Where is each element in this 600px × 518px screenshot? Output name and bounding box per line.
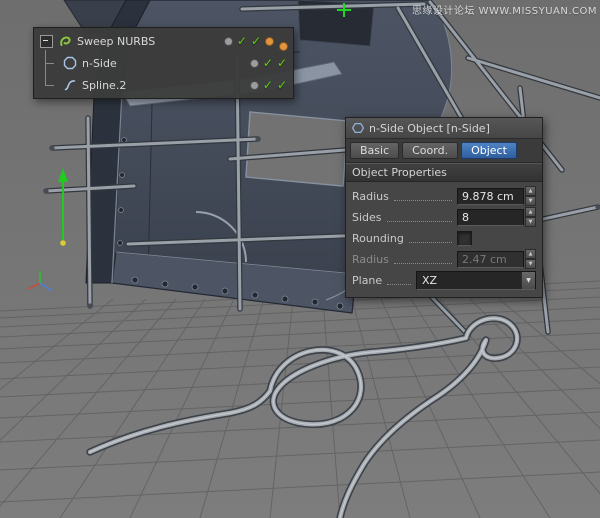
- radius-stepper[interactable]: [525, 186, 536, 206]
- attributes-title-bar[interactable]: n-Side Object [n-Side]: [346, 118, 542, 139]
- object-item-nside[interactable]: n-Side: [34, 52, 293, 74]
- object-flags: [250, 79, 287, 91]
- sides-stepper[interactable]: [525, 207, 536, 227]
- enabled-check-icon-2[interactable]: [277, 79, 287, 91]
- field-label: Plane: [352, 274, 382, 287]
- radius-input[interactable]: 9.878 cm: [457, 188, 524, 205]
- dotted-leader: [387, 213, 452, 222]
- attributes-title: n-Side Object [n-Side]: [369, 122, 490, 135]
- dotted-leader: [409, 234, 452, 243]
- visibility-dot[interactable]: [250, 59, 259, 68]
- object-flags: [224, 35, 287, 47]
- field-row-rounding-radius: Radius 2.47 cm: [352, 250, 536, 268]
- tab-basic[interactable]: Basic: [350, 142, 399, 159]
- section-object-properties: Object Properties: [346, 163, 542, 182]
- plane-dropdown[interactable]: XZ: [416, 271, 536, 290]
- object-label: n-Side: [82, 57, 117, 70]
- attributes-tabs: Basic Coord. Object: [346, 139, 542, 163]
- spline-icon: [63, 78, 77, 92]
- enabled-check-icon[interactable]: [263, 79, 273, 91]
- watermark: 思缘设计论坛 WWW.MISSYUAN.COM: [412, 2, 597, 17]
- nside-object-icon: [352, 122, 364, 134]
- visibility-dot[interactable]: [224, 37, 233, 46]
- field-label: Sides: [352, 211, 382, 224]
- dotted-leader: [394, 255, 452, 264]
- tab-coord[interactable]: Coord.: [402, 142, 458, 159]
- visibility-dot[interactable]: [250, 81, 259, 90]
- rounding-radius-stepper: [525, 249, 536, 269]
- spin-down-icon: [525, 217, 536, 227]
- spin-up-icon: [525, 186, 536, 196]
- spin-up-icon: [525, 207, 536, 217]
- sweep-nurbs-icon: [58, 34, 72, 48]
- field-row-radius: Radius 9.878 cm: [352, 187, 536, 205]
- spin-up-icon: [525, 249, 536, 259]
- rounding-checkbox[interactable]: [457, 231, 472, 246]
- enabled-check-icon-2[interactable]: [277, 57, 287, 69]
- field-row-sides: Sides 8: [352, 208, 536, 226]
- tree-tick: [45, 63, 54, 64]
- layer-dot-2[interactable]: [279, 42, 288, 51]
- enabled-check-icon[interactable]: [263, 57, 273, 69]
- field-row-rounding: Rounding: [352, 229, 536, 247]
- enabled-check-icon[interactable]: [237, 35, 247, 47]
- field-label: Radius: [352, 253, 389, 266]
- field-label: Rounding: [352, 232, 404, 245]
- object-label: Spline.2: [82, 79, 126, 92]
- spin-down-icon: [525, 196, 536, 206]
- object-label: Sweep NURBS: [77, 35, 155, 48]
- spin-down-icon: [525, 259, 536, 269]
- field-label: Radius: [352, 190, 389, 203]
- tab-object[interactable]: Object: [461, 142, 517, 159]
- tree-tick: [45, 85, 54, 86]
- object-manager-panel: Sweep NURBS n-Side: [33, 27, 294, 99]
- attributes-rows: Radius 9.878 cm Sides 8 Rounding: [346, 182, 542, 297]
- chevron-down-icon[interactable]: [521, 272, 535, 289]
- c4d-window: 思缘设计论坛 WWW.MISSYUAN.COM Sweep NURBS n-Si: [0, 0, 600, 518]
- dotted-leader: [394, 192, 452, 201]
- field-row-plane: Plane XZ: [352, 271, 536, 289]
- object-item-sweep-nurbs[interactable]: Sweep NURBS: [34, 30, 293, 52]
- plane-value: XZ: [422, 274, 521, 287]
- rounding-radius-input: 2.47 cm: [457, 251, 524, 268]
- attributes-panel: n-Side Object [n-Side] Basic Coord. Obje…: [345, 117, 543, 298]
- nside-icon: [63, 56, 77, 70]
- sides-input[interactable]: 8: [457, 209, 524, 226]
- dotted-leader: [387, 276, 411, 285]
- object-flags: [250, 57, 287, 69]
- generator-check-icon[interactable]: [251, 35, 261, 47]
- object-item-spline2[interactable]: Spline.2: [34, 74, 293, 96]
- layer-dot[interactable]: [265, 37, 274, 46]
- collapse-expander-icon[interactable]: [40, 35, 53, 48]
